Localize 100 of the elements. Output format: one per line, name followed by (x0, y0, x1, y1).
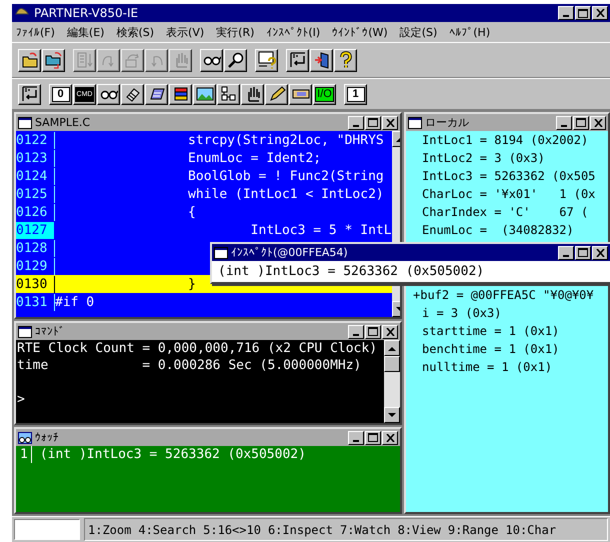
line-number: 0124 (16, 168, 55, 184)
line-number: 0125 (16, 186, 55, 202)
function-key-hint: 8:View (398, 522, 441, 536)
scrollbar[interactable] (384, 340, 400, 423)
minimize-button[interactable] (348, 430, 364, 444)
console-line: time = 0.000286 Sec (5.000000MHz) (17, 357, 362, 374)
toolbar-button[interactable] (18, 48, 41, 72)
menu-item[interactable]: ｲﾝｽﾍﾟｸﾄ(I) (266, 26, 320, 38)
return-arrow-icon (20, 85, 38, 103)
maximize-button[interactable] (573, 116, 589, 130)
menu-item[interactable]: 検索(S) (116, 24, 154, 40)
menu-item[interactable]: ﾍﾙﾌﾟ(H) (449, 26, 490, 38)
curved-arrow-icon (124, 51, 142, 69)
menu-item[interactable]: 編集(E) (66, 24, 104, 40)
toolbar-button[interactable] (193, 84, 216, 104)
watch-index: 1 (20, 446, 32, 463)
close-icon (594, 118, 602, 126)
line-number: 0127 (16, 222, 55, 238)
inspect-value: (int )IntLoc3 = 5263362 (0x505002) (212, 261, 610, 282)
up-arrow-icon (388, 346, 396, 350)
down-arrow-icon (388, 412, 396, 418)
toolbar-button[interactable]: I/O (313, 84, 336, 104)
minimize-button[interactable] (348, 116, 364, 130)
close-button[interactable] (382, 324, 398, 338)
variable-row[interactable]: CharIndex = 'C' 67 ( (410, 204, 604, 222)
window-title: ｺﾏﾝﾄﾞ (35, 325, 66, 338)
toolbar-button[interactable] (255, 48, 278, 72)
minimize-button[interactable] (556, 116, 572, 130)
minimize-icon (353, 440, 359, 442)
glasses-window-icon (18, 432, 32, 444)
console-line: RTE Clock Count = 0,000,000,716 (x2 CPU Clock) (17, 340, 378, 357)
toolbar-button[interactable] (286, 48, 309, 72)
close-icon (386, 118, 394, 126)
window-title: SAMPLE.C (35, 116, 92, 129)
line-number: 0126 (16, 204, 55, 220)
toolbar-button[interactable] (241, 84, 264, 104)
menu-item[interactable]: 表示(V) (166, 24, 204, 40)
magnifier-icon (226, 51, 244, 69)
menu-item[interactable]: 設定(S) (400, 24, 438, 40)
variable-row[interactable]: IntLoc3 = 5263362 (0x505 (410, 168, 604, 186)
folder-arrow-icon (44, 51, 62, 69)
variable-row[interactable]: CharLoc = '¥x01' 1 (0x (410, 186, 604, 204)
toolbar-button[interactable] (42, 48, 65, 72)
window-title: ｳｫｯﾁ (35, 431, 60, 444)
close-button[interactable] (590, 116, 606, 130)
toolbar-button[interactable] (224, 48, 247, 72)
maximize-button[interactable] (575, 246, 591, 260)
toolbar-button[interactable] (334, 48, 357, 72)
code-line: #if 0 (55, 294, 94, 310)
maximize-button[interactable] (365, 116, 381, 130)
minimize-icon (561, 124, 567, 126)
landscape-icon (196, 85, 214, 103)
toolbar-button[interactable] (200, 48, 223, 72)
minimize-icon (563, 15, 569, 17)
close-button[interactable] (382, 430, 398, 444)
variable-row[interactable]: starttime = 1 (0x1) (410, 323, 604, 341)
variable-row[interactable]: EnumLoc = (34082832) (410, 222, 604, 240)
maximize-icon (578, 8, 588, 18)
close-button[interactable] (382, 116, 398, 130)
toolbar-button[interactable] (121, 84, 144, 104)
toolbar-button[interactable] (310, 48, 333, 72)
minimize-button[interactable] (558, 6, 574, 20)
code-line: while (IntLoc1 < IntLoc2) (187, 186, 384, 202)
variable-row[interactable]: i = 3 (0x3) (410, 305, 604, 323)
variable-row[interactable]: IntLoc2 = 3 (0x3) (410, 150, 604, 168)
variable-row[interactable]: +buf2 = @00FFEA5C "¥0@¥0¥ (410, 287, 604, 305)
toolbar-button[interactable] (18, 84, 41, 104)
variable-row[interactable]: benchtime = 1 (0x1) (410, 341, 604, 359)
maximize-button[interactable] (365, 324, 381, 338)
toolbar-button[interactable] (97, 84, 120, 104)
menu-item[interactable]: ｳｲﾝﾄﾞｳ(W) (332, 26, 388, 38)
minimize-button[interactable] (348, 324, 364, 338)
toolbar-button[interactable] (145, 84, 168, 104)
return-arrow-icon (288, 51, 306, 69)
toolbar-button[interactable]: 0 (49, 84, 72, 104)
close-button[interactable] (592, 6, 608, 20)
menu-item[interactable]: ﾌｧｲﾙ(F) (16, 26, 55, 38)
toolbar-button[interactable] (217, 84, 240, 104)
toolbar-button[interactable] (169, 84, 192, 104)
minimize-button[interactable] (558, 246, 574, 260)
variable-row[interactable]: nulltime = 1 (0x1) (410, 359, 604, 377)
pencil-icon (268, 85, 286, 103)
function-key-hint: 5:16<>10 (203, 522, 261, 536)
books-icon (172, 85, 190, 103)
status-field (14, 519, 80, 540)
computer-question-icon (258, 51, 276, 69)
toolbar-button[interactable] (289, 84, 312, 104)
toolbar-button[interactable] (265, 84, 288, 104)
function-key-hint: 10:Char (506, 522, 556, 536)
close-icon (596, 9, 604, 17)
toolbar-button[interactable]: 1 (344, 84, 367, 104)
function-key-hint: 4:Search (138, 522, 196, 536)
maximize-button[interactable] (365, 430, 381, 444)
menu-item[interactable]: 実行(R) (216, 24, 254, 40)
function-key-hint: 1:Zoom (88, 522, 132, 536)
line-number: 0128 (16, 240, 55, 256)
scrollbar-thumb[interactable] (384, 356, 400, 372)
close-button[interactable] (592, 246, 608, 260)
maximize-button[interactable] (575, 6, 591, 20)
variable-row[interactable]: IntLoc1 = 8194 (0x2002) (410, 132, 604, 150)
